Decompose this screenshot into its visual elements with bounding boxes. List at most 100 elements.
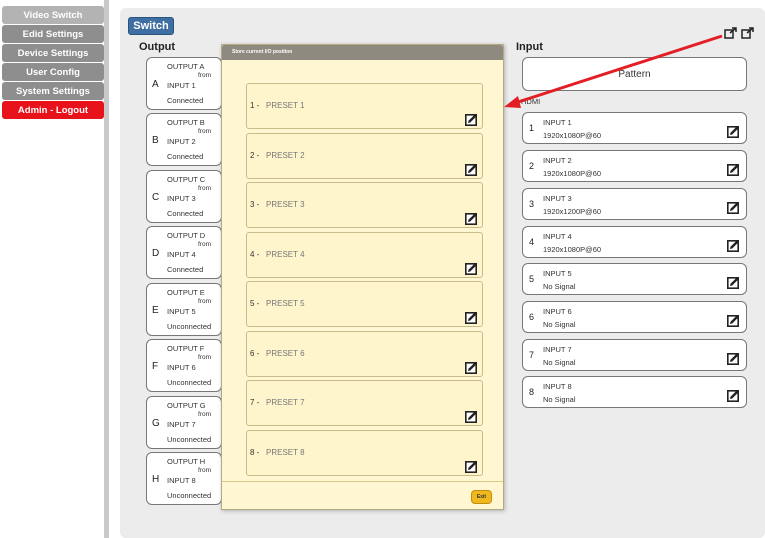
- preset-item[interactable]: 7 - PRESET 7: [246, 380, 483, 426]
- sidebar-item-logout[interactable]: Admin - Logout: [2, 101, 104, 119]
- dialog-divider: [222, 481, 503, 482]
- output-box[interactable]: G OUTPUT Gfrom INPUT 7 Unconnected: [146, 396, 222, 449]
- edit-icon[interactable]: [727, 161, 740, 176]
- edit-icon[interactable]: [465, 210, 478, 225]
- sidebar-item-video-switch[interactable]: Video Switch: [2, 6, 104, 24]
- output-from-label: from: [198, 354, 211, 361]
- store-preset-dialog: Store current I/O position 1 - PRESET 1 2 …: [221, 44, 504, 510]
- input-signal: No Signal: [543, 358, 576, 367]
- edit-icon[interactable]: [727, 350, 740, 365]
- edit-icon[interactable]: [727, 312, 740, 327]
- output-box[interactable]: H OUTPUT Hfrom INPUT 8 Unconnected: [146, 452, 222, 505]
- preset-number: 2 -: [250, 150, 260, 160]
- output-box[interactable]: B OUTPUT Bfrom INPUT 2 Connected: [146, 113, 222, 166]
- preset-item[interactable]: 8 - PRESET 8: [246, 429, 483, 476]
- output-name: OUTPUT C: [167, 175, 206, 184]
- input-number: 6: [529, 312, 535, 322]
- input-box[interactable]: 8 INPUT 8 No Signal: [522, 376, 747, 408]
- input-number: 8: [529, 387, 535, 397]
- input-name: INPUT 7: [543, 345, 572, 354]
- output-from-label: from: [198, 467, 211, 474]
- output-from-label: from: [198, 128, 211, 135]
- edit-icon[interactable]: [465, 458, 478, 473]
- preset-name: PRESET 4: [266, 249, 305, 259]
- output-from-label: from: [198, 241, 211, 248]
- external-link-icon[interactable]: [724, 27, 738, 39]
- preset-item[interactable]: 5 - PRESET 5: [246, 281, 483, 327]
- edit-icon[interactable]: [465, 161, 478, 176]
- edit-icon[interactable]: [465, 111, 478, 126]
- input-number: 5: [529, 274, 535, 284]
- output-source: INPUT 2: [167, 137, 196, 146]
- output-status: Connected: [167, 96, 204, 105]
- output-letter: B: [152, 135, 159, 146]
- preset-name: PRESET 1: [266, 101, 305, 110]
- output-letter: H: [152, 474, 160, 485]
- output-source: INPUT 1: [167, 81, 196, 90]
- output-source: INPUT 3: [167, 194, 196, 203]
- output-heading: Output: [139, 41, 176, 53]
- exit-button[interactable]: Exit: [471, 490, 492, 504]
- output-box[interactable]: E OUTPUT Efrom INPUT 5 Unconnected: [146, 283, 222, 336]
- output-letter: A: [152, 79, 159, 90]
- edit-icon[interactable]: [465, 359, 478, 374]
- input-box[interactable]: 2 INPUT 2 1920x1080P@60: [522, 150, 747, 182]
- external-link-icon[interactable]: [741, 27, 755, 39]
- input-name: INPUT 6: [543, 307, 572, 316]
- edit-icon[interactable]: [727, 274, 740, 289]
- preset-item[interactable]: 3 - PRESET 3: [246, 182, 483, 228]
- edit-icon[interactable]: [727, 387, 740, 402]
- preset-number: 8 -: [250, 447, 260, 457]
- preset-item[interactable]: 4 - PRESET 4: [246, 231, 483, 278]
- preset-item[interactable]: 6 - PRESET 6: [246, 330, 483, 377]
- output-box[interactable]: F OUTPUT Ffrom INPUT 6 Unconnected: [146, 339, 222, 392]
- app-root: Video Switch Edid Settings Device Settin…: [0, 0, 765, 538]
- dialog-title: Store current I/O position: [222, 45, 503, 60]
- output-from-label: from: [198, 411, 211, 418]
- output-status: Unconnected: [167, 435, 212, 444]
- preset-item[interactable]: 2 - PRESET 2: [246, 132, 483, 179]
- edit-icon[interactable]: [727, 237, 740, 252]
- input-box[interactable]: 6 INPUT 6 No Signal: [522, 301, 747, 333]
- preset-number: 3 -: [250, 200, 260, 209]
- input-box[interactable]: 7 INPUT 7 No Signal: [522, 339, 747, 371]
- preset-item[interactable]: 1 - PRESET 1: [246, 83, 483, 129]
- output-name: OUTPUT D: [167, 231, 206, 240]
- pattern-button[interactable]: Pattern: [522, 57, 747, 91]
- input-signal: No Signal: [543, 282, 576, 291]
- edit-icon[interactable]: [727, 123, 740, 138]
- preset-number: 1 -: [250, 101, 260, 110]
- preset-number: 5 -: [250, 299, 260, 308]
- preset-name: PRESET 6: [266, 348, 305, 358]
- sidebar-item-device-settings[interactable]: Device Settings: [2, 44, 104, 62]
- input-name: INPUT 4: [543, 232, 572, 241]
- edit-icon[interactable]: [465, 309, 478, 324]
- input-box[interactable]: 3 INPUT 3 1920x1200P@60: [522, 188, 747, 220]
- output-status: Unconnected: [167, 322, 212, 331]
- output-source: INPUT 6: [167, 363, 196, 372]
- edit-icon[interactable]: [465, 260, 478, 275]
- output-status: Connected: [167, 265, 204, 274]
- tab-switch[interactable]: Switch: [128, 17, 174, 35]
- output-letter: E: [152, 305, 159, 316]
- preset-name: PRESET 3: [266, 200, 305, 209]
- output-from-label: from: [198, 185, 211, 192]
- output-box[interactable]: C OUTPUT Cfrom INPUT 3 Connected: [146, 170, 222, 223]
- output-status: Unconnected: [167, 378, 212, 387]
- edit-icon[interactable]: [727, 199, 740, 214]
- input-name: INPUT 1: [543, 118, 572, 127]
- sidebar-item-system-settings[interactable]: System Settings: [2, 82, 104, 100]
- input-box[interactable]: 5 INPUT 5 No Signal: [522, 263, 747, 295]
- preset-name: PRESET 5: [266, 299, 305, 308]
- input-box[interactable]: 4 INPUT 4 1920x1080P@60: [522, 226, 747, 258]
- input-box[interactable]: 1 INPUT 1 1920x1080P@60: [522, 112, 747, 144]
- preset-name: PRESET 2: [266, 150, 305, 160]
- output-source: INPUT 8: [167, 476, 196, 485]
- output-box[interactable]: D OUTPUT Dfrom INPUT 4 Connected: [146, 226, 222, 279]
- input-name: INPUT 5: [543, 269, 572, 278]
- sidebar-item-edid-settings[interactable]: Edid Settings: [2, 25, 104, 43]
- output-box[interactable]: A OUTPUT Afrom INPUT 1 Connected: [146, 57, 222, 110]
- output-from-label: from: [198, 298, 211, 305]
- sidebar-item-user-config[interactable]: User Config: [2, 63, 104, 81]
- edit-icon[interactable]: [465, 408, 478, 423]
